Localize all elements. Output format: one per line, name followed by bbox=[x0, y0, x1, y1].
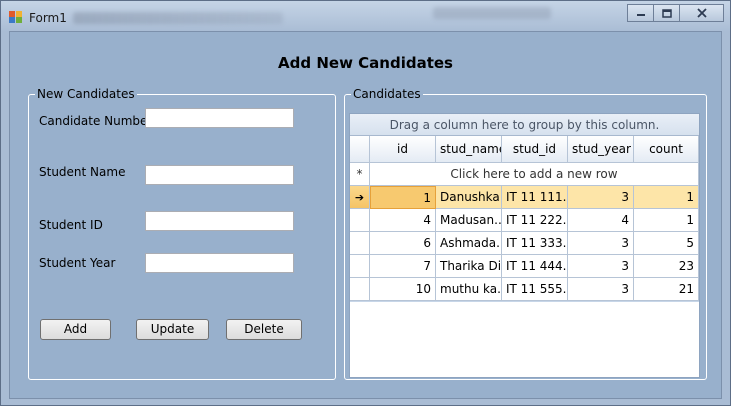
row-header[interactable] bbox=[350, 255, 370, 278]
table-row[interactable]: 4 Madusan... IT 11 222... 4 1 bbox=[350, 209, 699, 232]
column-header-stud-year[interactable]: stud_year bbox=[568, 136, 634, 163]
title-bar[interactable]: Form1 bbox=[1, 1, 730, 31]
student-year-label: Student Year bbox=[39, 256, 116, 270]
candidate-number-input[interactable] bbox=[145, 108, 294, 128]
cell-id[interactable]: 7 bbox=[370, 255, 436, 278]
maximize-button[interactable] bbox=[653, 4, 680, 22]
cell-count[interactable]: 1 bbox=[634, 186, 699, 209]
table-row[interactable]: 10 muthu ka... IT 11 555... 3 21 bbox=[350, 278, 699, 301]
cell-stud-year[interactable]: 3 bbox=[568, 255, 634, 278]
cell-stud-id[interactable]: IT 11 444... bbox=[502, 255, 568, 278]
student-id-label: Student ID bbox=[39, 218, 103, 232]
candidates-data-grid[interactable]: Drag a column here to group by this colu… bbox=[349, 113, 700, 378]
application-window: Form1 Add New Candidates New Candidates … bbox=[0, 0, 731, 406]
cell-count[interactable]: 21 bbox=[634, 278, 699, 301]
grid-header-row: id stud_name stud_id stud_year count bbox=[350, 136, 699, 163]
close-icon bbox=[696, 8, 707, 18]
cell-stud-name[interactable]: Ashmada... bbox=[436, 232, 502, 255]
current-row-arrow-icon: ➔ bbox=[354, 191, 365, 204]
cell-count[interactable]: 5 bbox=[634, 232, 699, 255]
student-name-label: Student Name bbox=[39, 165, 126, 179]
new-row[interactable]: * Click here to add a new row bbox=[350, 163, 699, 186]
update-button[interactable]: Update bbox=[136, 319, 209, 340]
cell-id[interactable]: 10 bbox=[370, 278, 436, 301]
cell-stud-id[interactable]: IT 11 333... bbox=[502, 232, 568, 255]
column-header-id[interactable]: id bbox=[370, 136, 436, 163]
new-row-marker: * bbox=[350, 163, 370, 186]
new-candidates-group: New Candidates Candidate Number Student … bbox=[28, 87, 336, 380]
cell-id[interactable]: 6 bbox=[370, 232, 436, 255]
cell-stud-name[interactable]: Tharika Di... bbox=[436, 255, 502, 278]
add-button[interactable]: Add bbox=[40, 319, 111, 340]
candidate-number-label: Candidate Number bbox=[39, 114, 153, 128]
blurred-title-region-2 bbox=[433, 7, 551, 19]
student-name-input[interactable] bbox=[145, 165, 294, 185]
cell-stud-year[interactable]: 3 bbox=[568, 232, 634, 255]
column-header-stud-id[interactable]: stud_id bbox=[502, 136, 568, 163]
delete-button[interactable]: Delete bbox=[226, 319, 302, 340]
cell-stud-name[interactable]: Madusan... bbox=[436, 209, 502, 232]
cell-stud-name[interactable]: Danushka... bbox=[436, 186, 502, 209]
table-row[interactable]: ➔1Danushka...IT 11 111...31 bbox=[350, 186, 699, 209]
group-by-panel[interactable]: Drag a column here to group by this colu… bbox=[350, 114, 699, 136]
new-candidates-legend: New Candidates bbox=[35, 87, 137, 101]
window-title: Form1 bbox=[29, 11, 67, 25]
row-header[interactable] bbox=[350, 232, 370, 255]
cell-stud-id[interactable]: IT 11 222... bbox=[502, 209, 568, 232]
row-header[interactable] bbox=[350, 278, 370, 301]
cell-id[interactable]: 4 bbox=[370, 209, 436, 232]
cell-stud-year[interactable]: 3 bbox=[568, 186, 634, 209]
column-header-count[interactable]: count bbox=[634, 136, 699, 163]
cell-stud-id[interactable]: IT 11 555... bbox=[502, 278, 568, 301]
row-header[interactable] bbox=[350, 209, 370, 232]
blurred-title-region bbox=[73, 12, 283, 24]
cell-stud-year[interactable]: 3 bbox=[568, 278, 634, 301]
cell-stud-id[interactable]: IT 11 111... bbox=[502, 186, 568, 209]
maximize-icon bbox=[661, 8, 672, 18]
cell-count[interactable]: 23 bbox=[634, 255, 699, 278]
grid-empty-area bbox=[350, 302, 699, 377]
student-id-input[interactable] bbox=[145, 211, 294, 231]
minimize-button[interactable] bbox=[627, 4, 654, 22]
cell-count[interactable]: 1 bbox=[634, 209, 699, 232]
student-year-input[interactable] bbox=[145, 253, 294, 273]
column-header-stud-name[interactable]: stud_name bbox=[436, 136, 502, 163]
table-row[interactable]: 6 Ashmada... IT 11 333... 3 5 bbox=[350, 232, 699, 255]
page-title: Add New Candidates bbox=[278, 54, 453, 72]
cell-id[interactable]: 1 bbox=[370, 186, 436, 209]
row-header-corner bbox=[350, 136, 370, 163]
form-client-area: Add New Candidates New Candidates Candid… bbox=[9, 31, 722, 399]
row-header[interactable]: ➔ bbox=[350, 186, 370, 209]
cell-stud-name[interactable]: muthu ka... bbox=[436, 278, 502, 301]
close-button[interactable] bbox=[679, 4, 724, 22]
table-row[interactable]: 7Tharika Di...IT 11 444...323 bbox=[350, 255, 699, 278]
app-icon bbox=[9, 11, 22, 23]
candidates-legend: Candidates bbox=[351, 87, 423, 101]
new-row-prompt[interactable]: Click here to add a new row bbox=[370, 163, 699, 186]
cell-stud-year[interactable]: 4 bbox=[568, 209, 634, 232]
minimize-icon bbox=[636, 14, 645, 16]
